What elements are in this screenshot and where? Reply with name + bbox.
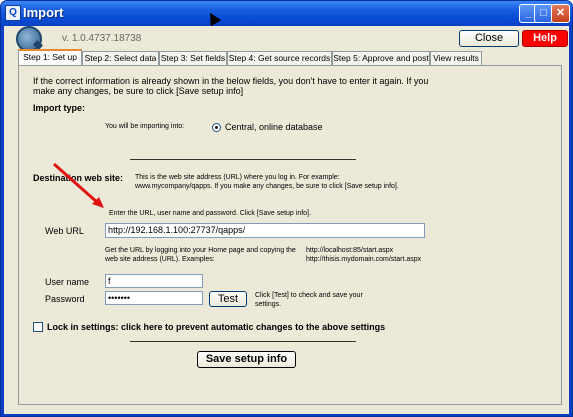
help-button[interactable]: Help	[522, 30, 568, 47]
url-help-line1: Get the URL by logging into your Home pa…	[105, 247, 296, 254]
central-database-label: Central, online database	[225, 122, 323, 132]
destination-help-line1: This is the web site address (URL) where…	[135, 174, 340, 181]
tab-step2-select-data[interactable]: Step 2: Select data	[82, 51, 159, 65]
version-label: v. 1.0.4737.18738	[62, 33, 142, 44]
user-name-label: User name	[45, 277, 90, 287]
url-example-2: http://thisis.mydomain.com/start.aspx	[306, 256, 422, 263]
title-bar[interactable]: Q Import _ □ ✕	[1, 1, 572, 25]
central-database-radio[interactable]	[212, 123, 221, 132]
app-icon: Q	[5, 5, 21, 21]
window-client: v. 1.0.4737.18738 Close Help Step 1: Set…	[4, 26, 569, 414]
password-label: Password	[45, 294, 85, 304]
test-button[interactable]: Test	[209, 291, 247, 307]
tab-step4-get-source-records[interactable]: Step 4: Get source records	[227, 51, 332, 65]
destination-help-line2: www.mycompany/qapps. If you make any cha…	[135, 183, 399, 190]
lock-settings-label[interactable]: Lock in settings: click here to prevent …	[47, 322, 385, 333]
tab-step1-setup[interactable]: Step 1: Set up	[18, 49, 82, 65]
window-title: Import	[23, 5, 64, 20]
close-window-button[interactable]: ✕	[551, 4, 570, 23]
password-input[interactable]: •••••••	[105, 291, 203, 305]
web-url-input[interactable]: http://192.168.1.100:27737/qapps/	[105, 223, 425, 238]
test-help-line2: settings.	[255, 301, 282, 308]
user-name-input[interactable]: f	[105, 274, 203, 288]
import-window: Q Import _ □ ✕ v. 1.0.4737.18738 Close H…	[0, 0, 573, 417]
save-setup-info-button[interactable]: Save setup info	[197, 351, 296, 368]
tab-step5-approve-and-post[interactable]: Step 5: Approve and post	[332, 51, 430, 65]
importing-into-label: You will be importing into:	[105, 123, 185, 130]
tab-step3-set-fields[interactable]: Step 3: Set fields	[159, 51, 227, 65]
close-button[interactable]: Close	[459, 30, 519, 47]
setup-panel: If the correct information is already sh…	[18, 65, 562, 405]
web-url-label: Web URL	[45, 226, 84, 236]
section-divider	[130, 159, 356, 160]
tab-view-results[interactable]: View results	[430, 51, 482, 65]
url-example-1: http://localhost:85/start.aspx	[306, 247, 394, 254]
intro-text-line2: make any changes, be sure to click [Save…	[33, 86, 244, 96]
annotation-arrow	[53, 162, 104, 208]
test-help-line1: Click [Test] to check and save your	[255, 292, 363, 299]
url-help-line2: web site address (URL). Examples:	[105, 256, 215, 263]
annotation-arrow-shaft	[53, 162, 99, 205]
import-type-heading: Import type:	[33, 103, 86, 113]
lock-settings-checkbox[interactable]	[33, 322, 43, 332]
bottom-divider	[130, 341, 356, 342]
enter-instructions: Enter the URL, user name and password. C…	[109, 210, 311, 217]
